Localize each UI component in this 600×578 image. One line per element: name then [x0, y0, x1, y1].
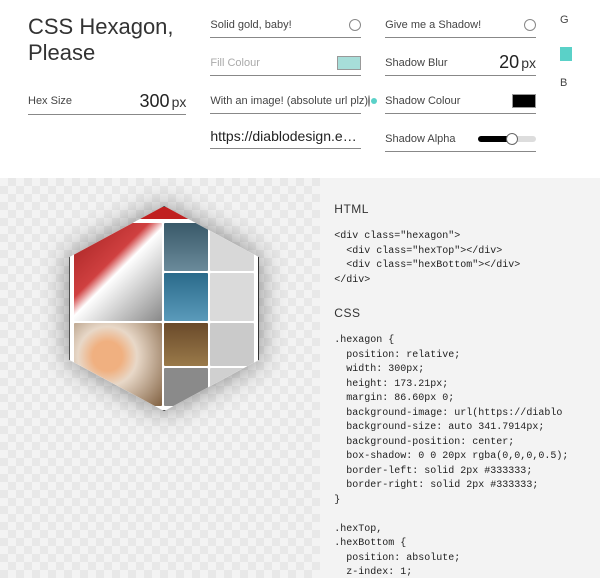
- hex-size-label: Hex Size: [28, 95, 72, 107]
- code-output-pane: HTML <div class="hexagon"> <div class="h…: [320, 178, 600, 578]
- html-heading: HTML: [334, 202, 600, 216]
- radio-icon: [524, 19, 536, 31]
- css-heading: CSS: [334, 306, 600, 320]
- radio-icon: [349, 19, 361, 31]
- shadow-alpha-field[interactable]: Shadow Alpha: [385, 128, 536, 152]
- radio-icon: [368, 95, 370, 107]
- edge-g-label: G: [560, 14, 572, 26]
- fill-colour-swatch[interactable]: [337, 56, 361, 70]
- shadow-alpha-slider[interactable]: [478, 136, 536, 142]
- header-controls: CSS Hexagon, Please Hex Size 300px Solid…: [0, 0, 600, 178]
- hex-size-value: 300: [140, 91, 170, 111]
- main-area: HTML <div class="hexagon"> <div class="h…: [0, 178, 600, 578]
- shadow-colour-swatch[interactable]: [512, 94, 536, 108]
- preview-pane: [0, 178, 320, 578]
- app-title: CSS Hexagon, Please: [28, 14, 186, 67]
- shadow-colour-field[interactable]: Shadow Colour: [385, 90, 536, 114]
- hex-size-field[interactable]: Hex Size 300px: [28, 91, 186, 115]
- shadow-enable-toggle[interactable]: Give me a Shadow!: [385, 14, 536, 38]
- image-url-input[interactable]: [210, 128, 361, 144]
- edge-b-label: B: [560, 77, 572, 89]
- solid-gold-toggle[interactable]: Solid gold, baby!: [210, 14, 361, 38]
- shadow-blur-field[interactable]: Shadow Blur 20px: [385, 52, 536, 76]
- edge-swatch[interactable]: [560, 47, 572, 61]
- with-image-toggle[interactable]: With an image! (absolute url plz): [210, 90, 361, 114]
- html-code-block[interactable]: <div class="hexagon"> <div class="hexTop…: [334, 230, 600, 288]
- hexagon-preview: [69, 206, 259, 411]
- css-code-block[interactable]: .hexagon { position: relative; width: 30…: [334, 334, 600, 578]
- fill-colour-field[interactable]: Fill Colour: [210, 52, 361, 76]
